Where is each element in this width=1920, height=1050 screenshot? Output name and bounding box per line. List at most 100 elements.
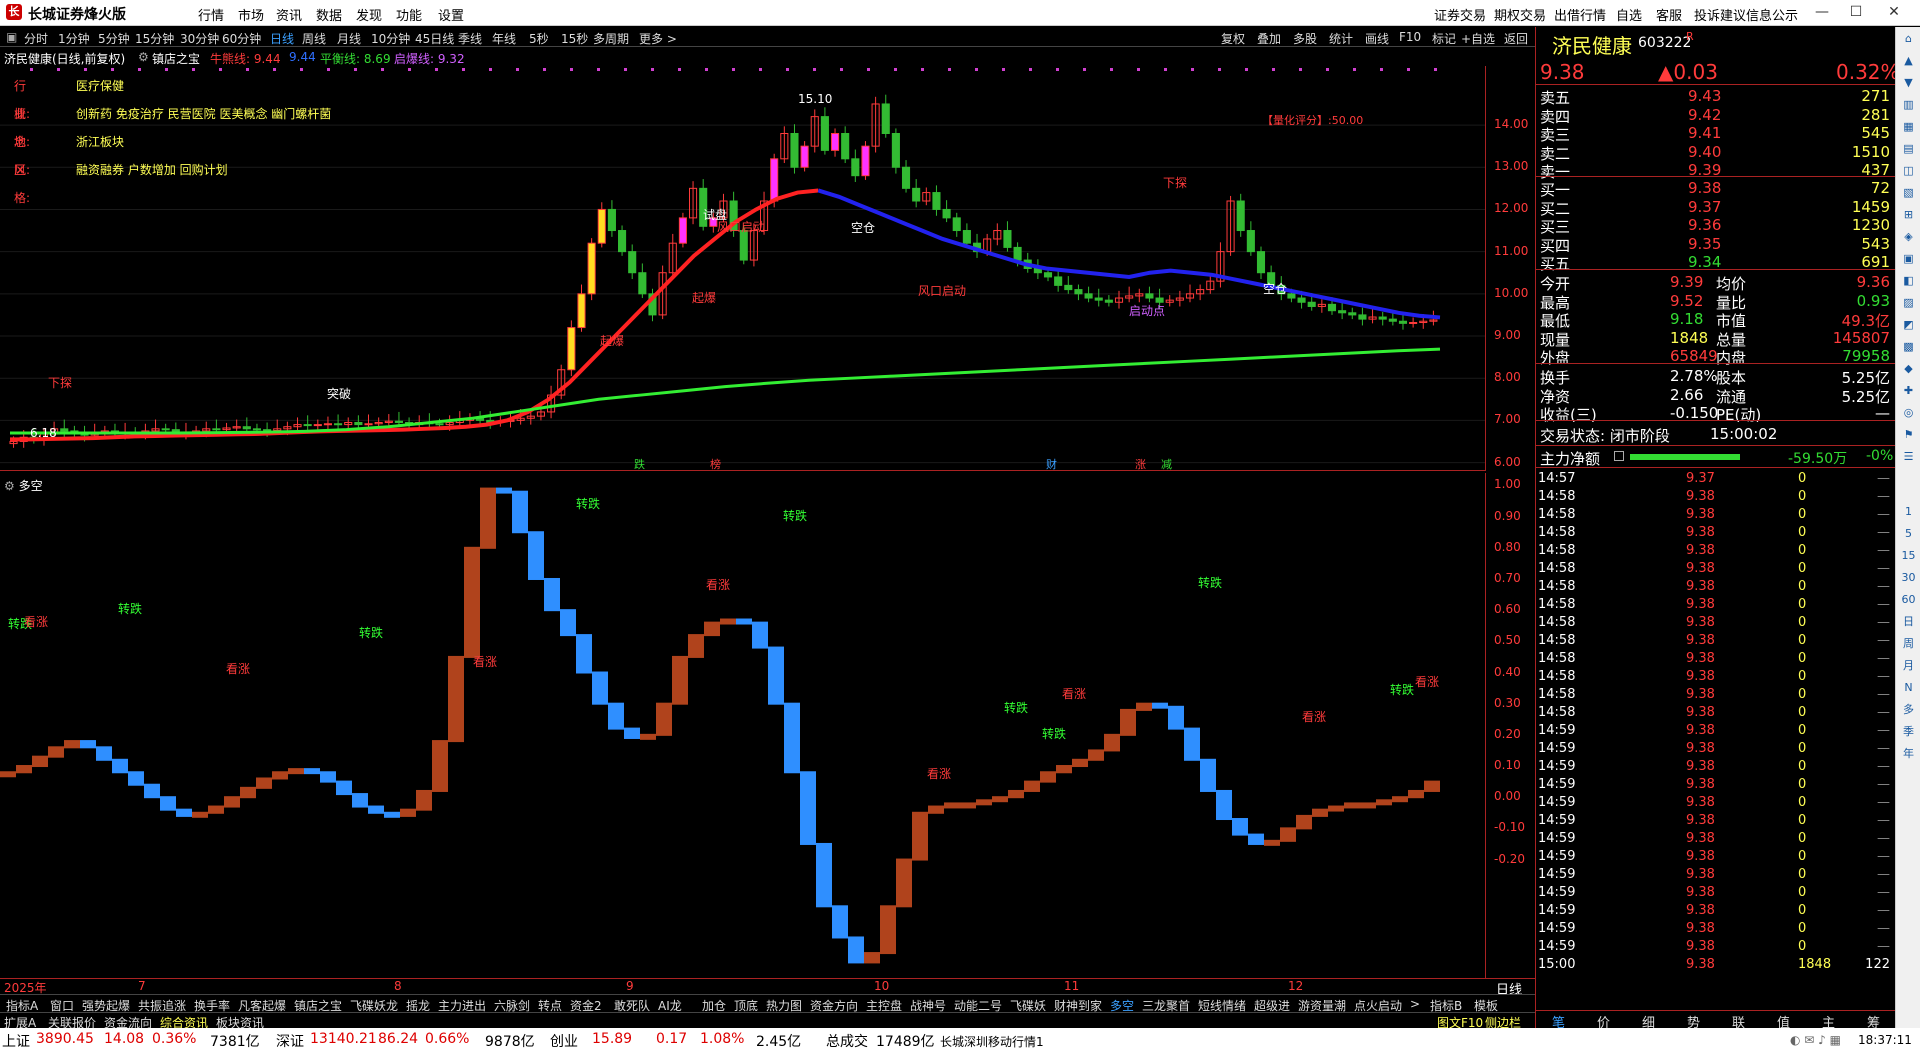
sz-label[interactable]: 深证 [276,1031,304,1050]
main-net-toggle-icon[interactable] [1614,451,1624,461]
sidebar-period-4[interactable]: 60 [1898,590,1919,610]
indicator-tab-30[interactable]: > [1410,997,1420,1011]
sidebar-tool-icon[interactable]: ⚑ [1898,425,1919,445]
menu-toggle-icon[interactable]: ▣ [6,30,17,44]
sidebar-period-9[interactable]: 多 [1898,700,1919,720]
minimize-icon[interactable]: — [1808,2,1836,22]
top-link-6[interactable]: 信息公示 [1746,5,1798,24]
sidebar-period-3[interactable]: 30 [1898,568,1919,588]
sub-chart-title[interactable]: ⚙ 多空 [4,477,43,494]
tool-4[interactable]: 画线 [1365,30,1389,47]
sidebar-tool-icon[interactable]: ◩ [1898,315,1919,335]
period-tab-13[interactable]: 5秒 [529,30,549,47]
menu-4[interactable]: 发现 [356,5,382,24]
sh-label[interactable]: 上证 [2,1031,30,1050]
maximize-icon[interactable]: ☐ [1842,2,1870,22]
top-link-2[interactable]: 出借行情 [1554,5,1606,24]
period-tab-8[interactable]: 月线 [337,30,361,47]
sidebar-period-11[interactable]: 年 [1898,744,1919,764]
sidebar-period-2[interactable]: 15 [1898,546,1919,566]
sidebar-period-8[interactable]: N [1898,678,1919,698]
tool-7[interactable]: +自选 [1461,30,1495,47]
menu-3[interactable]: 数据 [316,5,342,24]
sidebar-period-1[interactable]: 5 [1898,524,1919,544]
period-tab-3[interactable]: 15分钟 [135,30,174,47]
period-tab-5[interactable]: 60分钟 [222,30,261,47]
top-link-5[interactable]: 投诉建议 [1694,5,1746,24]
ask-row[interactable]: 卖三 9.41 545 [1536,124,1896,144]
period-tab-12[interactable]: 年线 [492,30,516,47]
tool-5[interactable]: F10 [1399,30,1421,44]
sidebar-tool-icon[interactable]: ☰ [1898,447,1919,467]
main-kline-chart[interactable]: 行业: 医疗保健 概念: 创新药 免疫治疗 民营医院 医美概念 幽门螺杆菌 地区: 浙江板… [0,66,1485,471]
sidebar-tool-icon[interactable]: ◈ [1898,227,1919,247]
period-tab-7[interactable]: 周线 [302,30,326,47]
tool-0[interactable]: 复权 [1221,30,1245,47]
sidebar-tool-icon[interactable]: ▼ [1898,73,1919,93]
event-marker-0[interactable]: 跌 [634,456,645,472]
period-tab-0[interactable]: 分时 [24,30,48,47]
sidebar-tool-icon[interactable]: ▧ [1898,183,1919,203]
event-marker-1[interactable]: 榜 [710,456,721,472]
top-link-0[interactable]: 证券交易 [1434,5,1486,24]
sidebar-tool-icon[interactable]: ▣ [1898,249,1919,269]
ask-row[interactable]: 卖二 9.40 1510 [1536,143,1896,163]
event-marker-2[interactable]: 财 [1046,456,1057,472]
period-tab-1[interactable]: 1分钟 [58,30,90,47]
menu-5[interactable]: 功能 [396,5,422,24]
period-tab-9[interactable]: 10分钟 [371,30,410,47]
tool-1[interactable]: 叠加 [1257,30,1281,47]
sidebar-tool-icon[interactable]: ▨ [1898,293,1919,313]
top-link-1[interactable]: 期权交易 [1494,5,1546,24]
connection-status[interactable]: 长城深圳移动行情1 [940,1033,1044,1050]
period-tab-11[interactable]: 季线 [458,30,482,47]
close-icon[interactable]: ✕ [1880,2,1908,22]
top-link-3[interactable]: 自选 [1616,5,1642,24]
sidebar-tool-icon[interactable]: ▩ [1898,337,1919,357]
period-tab-14[interactable]: 15秒 [561,30,588,47]
sidebar-tool-icon[interactable]: ▥ [1898,95,1919,115]
period-tab-4[interactable]: 30分钟 [180,30,219,47]
top-link-4[interactable]: 客服 [1656,5,1682,24]
event-marker-4[interactable]: 减 [1161,456,1172,472]
sidebar-tool-icon[interactable]: ◧ [1898,271,1919,291]
sidebar-tool-icon[interactable]: ▦ [1898,117,1919,137]
sidebar-period-7[interactable]: 月 [1898,656,1919,676]
period-tab-10[interactable]: 45日线 [415,30,454,47]
sidebar-tool-icon[interactable]: ✚ [1898,381,1919,401]
settings-icon[interactable]: ⚙ [4,479,15,493]
menu-0[interactable]: 行情 [198,5,224,24]
tool-2[interactable]: 多股 [1293,30,1317,47]
settings-icon[interactable]: ⚙ [138,50,149,64]
sidebar-tool-icon[interactable]: ▤ [1898,139,1919,159]
period-tab-15[interactable]: 多周期 [593,30,629,47]
menu-1[interactable]: 市场 [238,5,264,24]
sidebar-period-0[interactable]: 1 [1898,502,1919,522]
sidebar-tool-icon[interactable]: ⌂ [1898,29,1919,49]
sidebar-tool-icon[interactable]: ◎ [1898,403,1919,423]
event-marker-3[interactable]: 涨 [1135,456,1146,472]
ask-row[interactable]: 卖四 9.42 281 [1536,106,1896,126]
sidebar-tool-icon[interactable]: ◫ [1898,161,1919,181]
tool-6[interactable]: 标记 [1432,30,1456,47]
tool-3[interactable]: 统计 [1329,30,1353,47]
period-tab-6[interactable]: 日线 [270,30,294,47]
sidebar-tool-icon[interactable]: ▲ [1898,51,1919,71]
menu-6[interactable]: 设置 [438,5,464,24]
ask-row[interactable]: 卖五 9.43 271 [1536,87,1896,107]
sidebar-period-6[interactable]: 周 [1898,634,1919,654]
bid-row[interactable]: 买一 9.38 72 [1536,179,1896,199]
sidebar-tool-icon[interactable]: ◆ [1898,359,1919,379]
period-tab-16[interactable]: 更多 > [639,30,677,47]
period-tab-2[interactable]: 5分钟 [98,30,130,47]
sidebar-period-5[interactable]: 日 [1898,612,1919,632]
menu-2[interactable]: 资讯 [276,5,302,24]
bid-row[interactable]: 买四 9.35 543 [1536,235,1896,255]
indicator-name[interactable]: 镇店之宝 [152,50,200,67]
cy-label[interactable]: 创业 [550,1031,578,1050]
duokong-indicator-chart[interactable]: ⚙ 多空 转跌 转跌 转跌 转跌 转跌 转跌 转跌 转跌 转跌 看涨 看涨 看涨 看涨 看涨 看涨 看涨 看涨 [0,473,1485,978]
sidebar-tool-icon[interactable]: ⊞ [1898,205,1919,225]
bid-row[interactable]: 买三 9.36 1230 [1536,216,1896,236]
bid-row[interactable]: 买二 9.37 1459 [1536,198,1896,218]
tool-8[interactable]: 返回 [1504,30,1528,47]
